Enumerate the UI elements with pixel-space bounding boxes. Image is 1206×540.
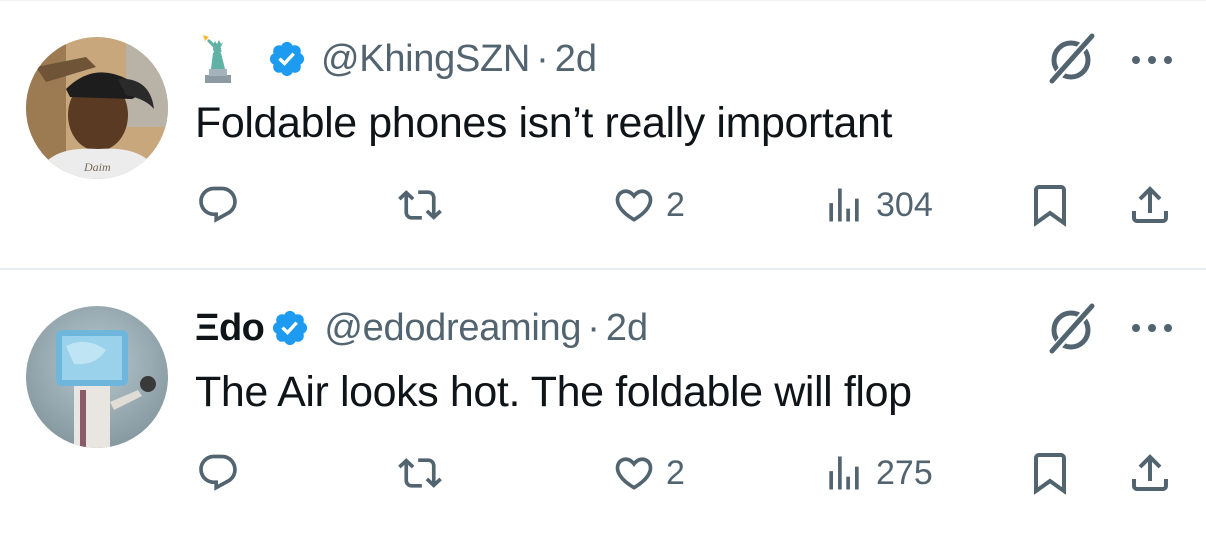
share-icon (1132, 454, 1168, 491)
heart-icon (615, 457, 653, 490)
timestamp[interactable]: 2d (555, 38, 597, 81)
like-count: 2 (666, 453, 685, 492)
tweet[interactable]: Daim @KhingSZN · 2d Foldable phones isn’… (0, 0, 1206, 270)
verified-badge-icon[interactable] (267, 39, 307, 79)
verified-badge-icon[interactable] (270, 308, 310, 348)
bookmark-button[interactable] (1026, 445, 1074, 501)
reply-button[interactable] (196, 177, 250, 233)
reply-icon (199, 186, 237, 223)
reply-button[interactable] (196, 445, 250, 501)
share-icon (1132, 186, 1168, 223)
timestamp[interactable]: 2d (606, 307, 648, 350)
retweet-button[interactable] (398, 177, 452, 233)
bookmark-icon (1034, 453, 1066, 495)
reply-icon (199, 454, 237, 491)
svg-text:Daim: Daim (83, 160, 111, 174)
tweet-actions: 2 304 (0, 177, 1206, 233)
like-count: 2 (666, 185, 685, 224)
view-count: 275 (876, 453, 933, 492)
tweet-text: Foldable phones isn’t really important (195, 99, 893, 147)
tweet-actions: 2 275 (0, 445, 1206, 501)
analytics-icon (829, 456, 859, 490)
tweet[interactable]: Ξdo @edodreaming · 2d The Air looks hot.… (0, 270, 1206, 540)
retweet-icon (398, 458, 442, 488)
user-handle[interactable]: @KhingSZN (321, 38, 530, 81)
grok-icon[interactable] (1042, 300, 1100, 358)
analytics-icon (829, 188, 859, 222)
more-options-icon[interactable] (1130, 50, 1174, 70)
views-button[interactable]: 304 (822, 177, 933, 233)
more-options-icon[interactable] (1130, 318, 1174, 338)
avatar[interactable] (26, 306, 168, 448)
separator-dot: · (587, 306, 600, 349)
like-button[interactable]: 2 (612, 177, 685, 233)
user-handle[interactable]: @edodreaming (324, 307, 581, 350)
bookmark-button[interactable] (1026, 177, 1074, 233)
heart-icon (615, 189, 653, 222)
statue-of-liberty-icon[interactable] (195, 35, 239, 83)
views-button[interactable]: 275 (822, 445, 933, 501)
share-button[interactable] (1126, 445, 1174, 501)
grok-icon[interactable] (1042, 30, 1100, 88)
like-button[interactable]: 2 (612, 445, 685, 501)
tweet-header: @KhingSZN · 2d (195, 34, 597, 84)
display-name[interactable]: Ξdo (195, 307, 265, 350)
avatar[interactable]: Daim (26, 37, 168, 179)
tweet-text: The Air looks hot. The foldable will flo… (195, 368, 912, 416)
separator-dot: · (536, 37, 549, 80)
bookmark-icon (1034, 185, 1066, 227)
retweet-button[interactable] (398, 445, 452, 501)
share-button[interactable] (1126, 177, 1174, 233)
tweet-header: Ξdo @edodreaming · 2d (195, 303, 648, 353)
retweet-icon (398, 190, 442, 220)
view-count: 304 (876, 185, 933, 224)
